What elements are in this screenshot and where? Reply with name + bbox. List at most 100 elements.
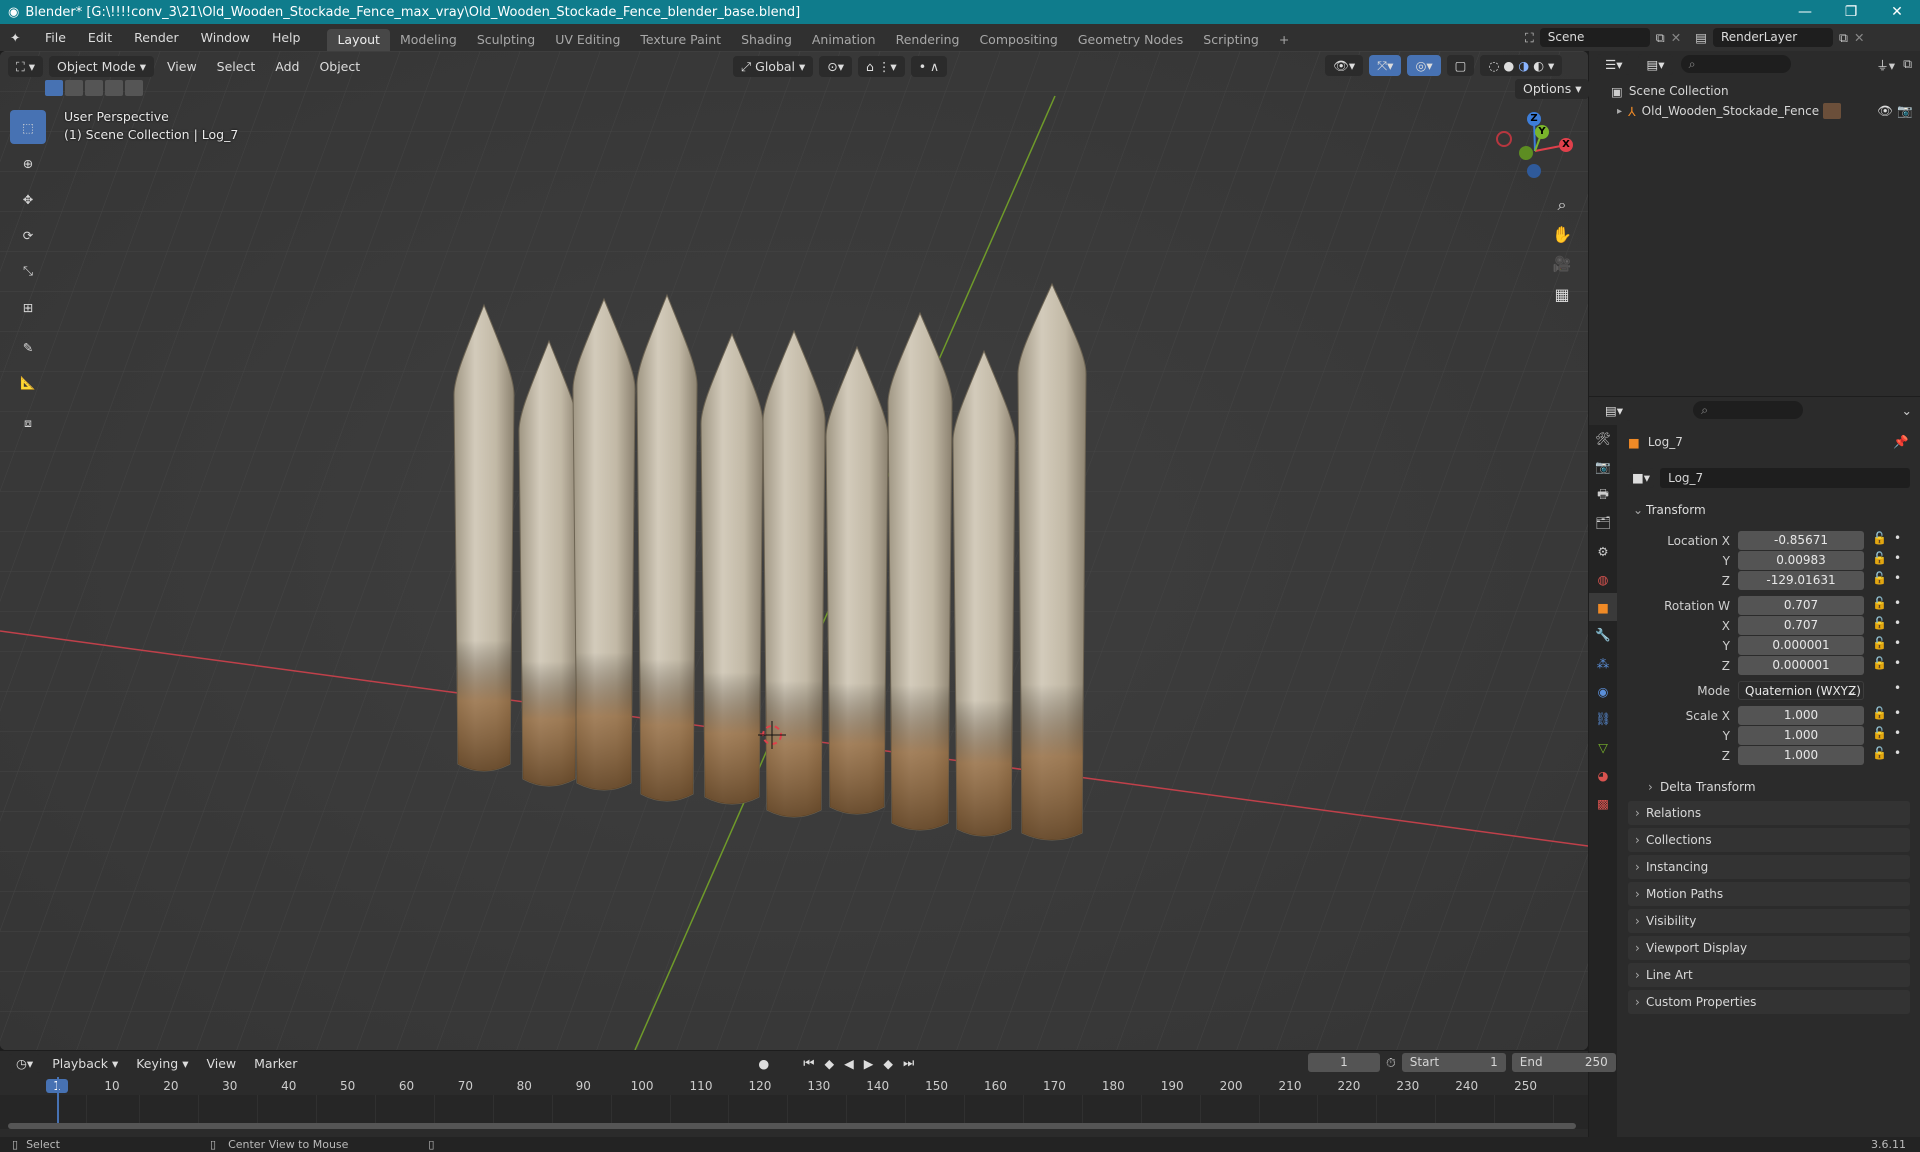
view-menu[interactable]: View	[160, 56, 204, 77]
timeline-view-menu[interactable]: View	[199, 1053, 243, 1074]
output-tab-icon[interactable]: 🖶	[1589, 481, 1617, 509]
properties-search-input[interactable]: ⌕	[1693, 401, 1804, 419]
close-button[interactable]: ✕	[1874, 0, 1920, 24]
mode-selector[interactable]: Object Mode ▾	[49, 55, 154, 77]
keyframe-dot-icon[interactable]: •	[1894, 616, 1901, 630]
outliner-scene-collection[interactable]: ▣ Scene Collection	[1589, 81, 1920, 101]
visibility-eye-icon[interactable]: 👁	[1877, 103, 1893, 119]
scene-selector[interactable]: Scene	[1539, 28, 1650, 47]
keyframe-dot-icon[interactable]: •	[1894, 706, 1901, 720]
move-tool-icon[interactable]: ✥	[10, 182, 46, 216]
pivot-icon[interactable]: ⊙▾	[819, 55, 853, 77]
scene-new-icon[interactable]: ⧉	[1656, 30, 1665, 46]
frame-ruler[interactable]: 1102030405060708090100110120130140150160…	[0, 1077, 1588, 1095]
keyframe-dot-icon[interactable]: •	[1894, 531, 1901, 545]
transform-panel-header[interactable]: ⌄ Transform	[1628, 498, 1910, 522]
render-layer-icon[interactable]: ▤	[1695, 30, 1707, 45]
custom-properties-panel-header[interactable]: Custom Properties	[1628, 990, 1910, 1014]
pin-icon[interactable]: 📌	[1893, 434, 1909, 450]
menu-edit[interactable]: Edit	[79, 24, 121, 51]
datablock-browse-icon[interactable]: ■▾	[1628, 468, 1655, 488]
tab-texture-paint[interactable]: Texture Paint	[630, 29, 731, 51]
material-tab-icon[interactable]: ◕	[1589, 761, 1617, 789]
add-cube-tool-icon[interactable]: ⧈	[10, 406, 46, 440]
timeline-editor-type-icon[interactable]: ◷▾	[8, 1053, 42, 1073]
gizmo-toggle-icon[interactable]: ⤧▾	[1369, 55, 1402, 76]
menu-window[interactable]: Window	[192, 24, 259, 51]
line-art-panel-header[interactable]: Line Art	[1628, 963, 1910, 987]
lock-icon[interactable]: 🔓	[1872, 571, 1887, 585]
lock-icon[interactable]: 🔓	[1872, 706, 1887, 720]
lock-icon[interactable]: 🔓	[1872, 616, 1887, 630]
select-extend-icon[interactable]	[65, 80, 83, 96]
snap-icon[interactable]: ⌂ ⋮▾	[858, 55, 905, 77]
3d-viewport[interactable]: User Perspective (1) Scene Collection | …	[0, 51, 1588, 1050]
texture-tab-icon[interactable]: ▩	[1589, 789, 1617, 817]
scene-icon[interactable]: ⛶	[1525, 30, 1534, 46]
gizmo-y-icon[interactable]: Y	[1535, 125, 1549, 139]
scene-tab-icon[interactable]: ⚙	[1589, 537, 1617, 565]
proportional-edit-icon[interactable]: • ∧	[910, 55, 948, 77]
tab-shading[interactable]: Shading	[731, 29, 802, 51]
lock-icon[interactable]: 🔓	[1872, 656, 1887, 670]
add-workspace-button[interactable]: +	[1269, 29, 1299, 51]
auto-keying-record-icon[interactable]: ●	[758, 1056, 769, 1071]
scale-z-field[interactable]: 1.000	[1738, 746, 1864, 765]
shading-mode-icons[interactable]: ◌ ● ◑ ◐ ▾	[1480, 55, 1563, 76]
visibility-panel-header[interactable]: Visibility	[1628, 909, 1910, 933]
display-mode-icon[interactable]: ▤▾	[1638, 53, 1673, 75]
start-frame-field[interactable]: Start 1	[1401, 1053, 1506, 1072]
tab-animation[interactable]: Animation	[802, 29, 886, 51]
expand-arrow-icon[interactable]: ▸	[1617, 106, 1622, 117]
overlay-toggle-icon[interactable]: ◎▾	[1407, 55, 1441, 76]
properties-editor-type-icon[interactable]: ▤▾	[1597, 399, 1632, 421]
menu-help[interactable]: Help	[263, 24, 310, 51]
playback-menu[interactable]: Playback ▾	[45, 1053, 125, 1074]
viewport-canvas[interactable]	[0, 51, 1588, 1050]
keyframe-dot-icon[interactable]: •	[1894, 726, 1901, 740]
lock-icon[interactable]: 🔓	[1872, 726, 1887, 740]
scene-remove-icon[interactable]: ✕	[1671, 30, 1681, 45]
outliner-item[interactable]: ▸ ⅄ Old_Wooden_Stockade_Fence 👁 📷	[1589, 101, 1920, 121]
keyframe-dot-icon[interactable]: •	[1894, 636, 1901, 650]
timeline-scrollbar[interactable]	[8, 1123, 1576, 1129]
lock-icon[interactable]: 🔓	[1872, 746, 1887, 760]
preview-range-clock-icon[interactable]: ⏱	[1386, 1055, 1396, 1071]
minimize-button[interactable]: —	[1782, 0, 1828, 24]
tab-modeling[interactable]: Modeling	[390, 29, 467, 51]
play-icon[interactable]: ▶	[864, 1056, 874, 1071]
menu-file[interactable]: File	[36, 24, 75, 51]
keyframe-dot-icon[interactable]: •	[1894, 746, 1901, 760]
keyframe-dot-icon[interactable]: •	[1894, 681, 1901, 695]
scale-y-field[interactable]: 1.000	[1738, 726, 1864, 745]
select-box-tool-icon[interactable]: ⬚	[10, 110, 46, 144]
options-dropdown[interactable]: Options ▾	[1515, 79, 1590, 99]
ortho-grid-icon[interactable]: ▦	[1548, 285, 1576, 315]
annotate-tool-icon[interactable]: ✎	[10, 330, 46, 364]
scale-tool-icon[interactable]: ⤡	[10, 254, 46, 288]
current-frame-field[interactable]: 1	[1308, 1053, 1380, 1072]
add-menu[interactable]: Add	[268, 56, 306, 77]
filter-icon[interactable]: ⏚▾	[1876, 55, 1895, 74]
rotate-tool-icon[interactable]: ⟳	[10, 218, 46, 252]
location-y-field[interactable]: 0.00983	[1738, 551, 1864, 570]
modifier-tab-icon[interactable]: 🔧	[1589, 621, 1617, 649]
constraints-tab-icon[interactable]: ⛓	[1589, 705, 1617, 733]
orientation-selector[interactable]: ⤢ Global ▾	[733, 55, 814, 77]
layer-new-icon[interactable]: ⧉	[1839, 30, 1848, 46]
marker-menu[interactable]: Marker	[247, 1053, 304, 1074]
cursor-tool-icon[interactable]: ⊕	[10, 146, 46, 180]
collections-panel-header[interactable]: Collections	[1628, 828, 1910, 852]
tab-compositing[interactable]: Compositing	[969, 29, 1067, 51]
rotation-mode-dropdown[interactable]: Quaternion (WXYZ) ⌄	[1738, 681, 1864, 700]
transform-tool-icon[interactable]: ⊞	[10, 290, 46, 324]
rotation-y-field[interactable]: 0.000001	[1738, 636, 1864, 655]
particles-tab-icon[interactable]: ⁂	[1589, 649, 1617, 677]
lock-icon[interactable]: 🔓	[1872, 636, 1887, 650]
scale-x-field[interactable]: 1.000	[1738, 706, 1864, 725]
tab-uv-editing[interactable]: UV Editing	[545, 29, 630, 51]
motion-paths-panel-header[interactable]: Motion Paths	[1628, 882, 1910, 906]
data-tab-icon[interactable]: ▽	[1589, 733, 1617, 761]
properties-options-icon[interactable]: ⌄	[1902, 403, 1912, 418]
outliner-editor-type-icon[interactable]: ☰▾	[1597, 53, 1631, 75]
